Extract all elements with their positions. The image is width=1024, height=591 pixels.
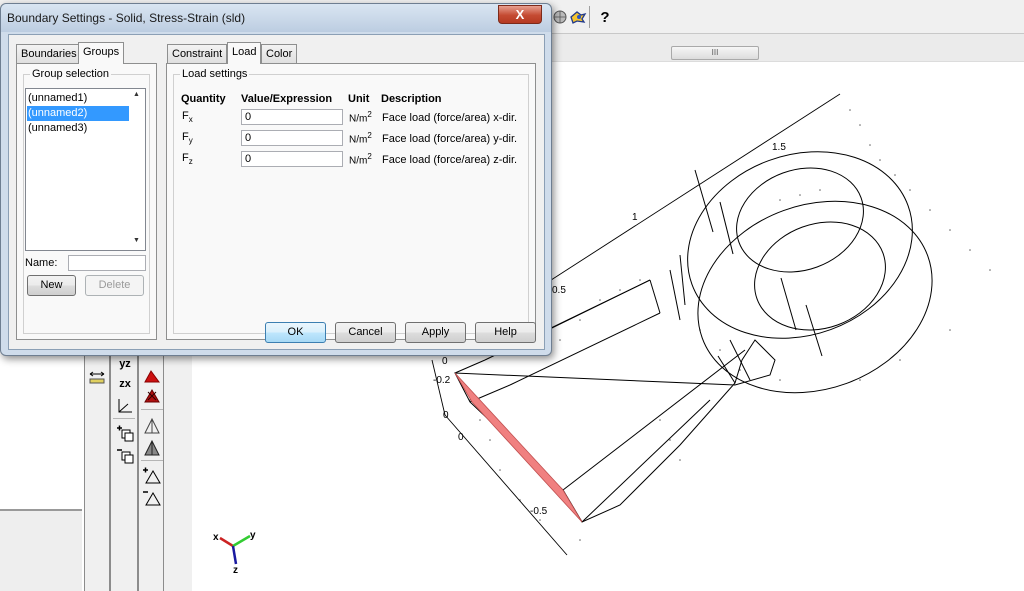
axis-tick-label: 0 [458,432,464,443]
ok-button[interactable]: OK [265,322,326,343]
help-icon[interactable]: ? [596,8,614,26]
axis-tick-label: 0.5 [552,285,566,296]
quantity-subscript: y [188,136,193,146]
toolbar-separator [141,409,163,410]
tab-constraint[interactable]: Constraint [167,44,228,64]
axis-orientation-indicator: x y z [206,526,266,576]
palette-icon[interactable] [569,8,587,26]
toolbar-separator [589,6,590,28]
list-item[interactable]: (unnamed1) [27,91,129,106]
column-header-quantity: Quantity [181,93,226,105]
axis-tick-label: -0.5 [530,506,548,517]
quantity-fy: Fy [182,131,193,145]
z-axis-label: z [233,565,238,576]
bottom-left-panel [0,509,82,591]
unit-exponent: 2 [367,152,372,161]
yz-label: yz [119,358,131,370]
column-header-description: Description [381,93,442,105]
unit-text: N/m [349,134,368,146]
comsol-app: ? III 1.5 1 0.5 0 -0.2 0 0 -0.5 x y z yz… [0,0,1024,591]
description-fx: Face load (force/area) x-dir. [382,112,518,124]
remove-from-selection-icon[interactable] [141,488,163,508]
name-label: Name: [25,257,58,269]
zx-label: zx [119,378,131,390]
scroll-down-arrow-icon[interactable]: ▼ [133,237,140,244]
axis-tick-label: -0.2 [433,375,451,386]
solid-render-icon[interactable] [141,438,163,458]
name-input[interactable] [68,255,146,271]
axis-tick-label: 1.5 [772,142,786,153]
measure-icon[interactable] [86,368,108,388]
zoom-out-window-icon[interactable] [114,446,136,466]
column-header-value: Value/Expression [241,93,333,105]
toolbar-separator [113,418,135,419]
quantity-symbol: F [182,131,189,143]
help-button[interactable]: Help [475,322,536,343]
axis-tick-label: 0 [443,410,449,421]
x-axis-label: x [213,532,219,543]
unit-fz: N/m2 [349,152,372,166]
unit-fy: N/m2 [349,131,372,145]
view-zx-icon[interactable]: zx [114,374,136,394]
quantity-symbol: F [182,110,189,122]
axis-tick-label: 1 [632,212,638,223]
unit-text: N/m [349,155,368,167]
quantity-fx: Fx [182,110,193,124]
dialog-title: Boundary Settings - Solid, Stress-Strain… [7,11,246,25]
deselect-boundaries-icon[interactable] [141,386,163,406]
tab-groups[interactable]: Groups [78,42,125,64]
dialog-titlebar[interactable]: Boundary Settings - Solid, Stress-Strain… [1,4,551,32]
group-selection-label: Group selection [30,68,112,80]
description-fy: Face load (force/area) y-dir. [382,133,518,145]
view-3d-axes-icon[interactable] [114,396,136,416]
close-button[interactable]: X [498,5,542,24]
load-settings-label: Load settings [180,68,250,80]
quantity-subscript: x [188,115,193,125]
list-item-selected[interactable]: (unnamed2) [27,106,129,121]
globe-icon[interactable] [551,8,569,26]
select-boundaries-icon[interactable] [141,366,163,386]
y-axis-label: y [250,530,256,541]
group-listbox[interactable]: (unnamed1) (unnamed2) (unnamed3) ▲ ▼ [25,88,146,251]
scroll-up-arrow-icon[interactable]: ▲ [133,91,140,98]
unit-exponent: 2 [367,131,372,140]
tab-boundaries[interactable]: Boundaries [16,44,82,64]
tab-color[interactable]: Color [261,44,298,64]
toolbar-separator [141,460,163,461]
quantity-subscript: z [188,157,193,167]
quantity-fz: Fz [182,152,193,166]
delete-button[interactable]: Delete [85,275,144,296]
view-yz-icon[interactable]: yz [114,354,136,374]
boundary-settings-dialog: Boundary Settings - Solid, Stress-Strain… [0,3,552,356]
unit-text: N/m [349,113,368,125]
quantity-symbol: F [182,152,189,164]
tab-load[interactable]: Load [227,42,262,64]
fy-value-input[interactable]: 0 [241,130,343,146]
help-glyph: ? [600,8,610,26]
apply-button[interactable]: Apply [405,322,466,343]
horizontal-scrollbar-thumb[interactable]: III [671,46,759,60]
unit-fx: N/m2 [349,110,372,124]
list-item[interactable]: (unnamed3) [27,121,129,136]
add-to-selection-icon[interactable] [141,466,163,486]
column-header-unit: Unit [348,93,370,105]
zoom-in-window-icon[interactable] [114,424,136,444]
cancel-button[interactable]: Cancel [335,322,396,343]
new-button[interactable]: New [27,275,76,296]
fx-value-input[interactable]: 0 [241,109,343,125]
fz-value-input[interactable]: 0 [241,151,343,167]
wireframe-icon[interactable] [141,416,163,436]
description-fz: Face load (force/area) z-dir. [382,154,518,166]
unit-exponent: 2 [367,110,372,119]
axis-tick-label: 0 [442,356,448,367]
